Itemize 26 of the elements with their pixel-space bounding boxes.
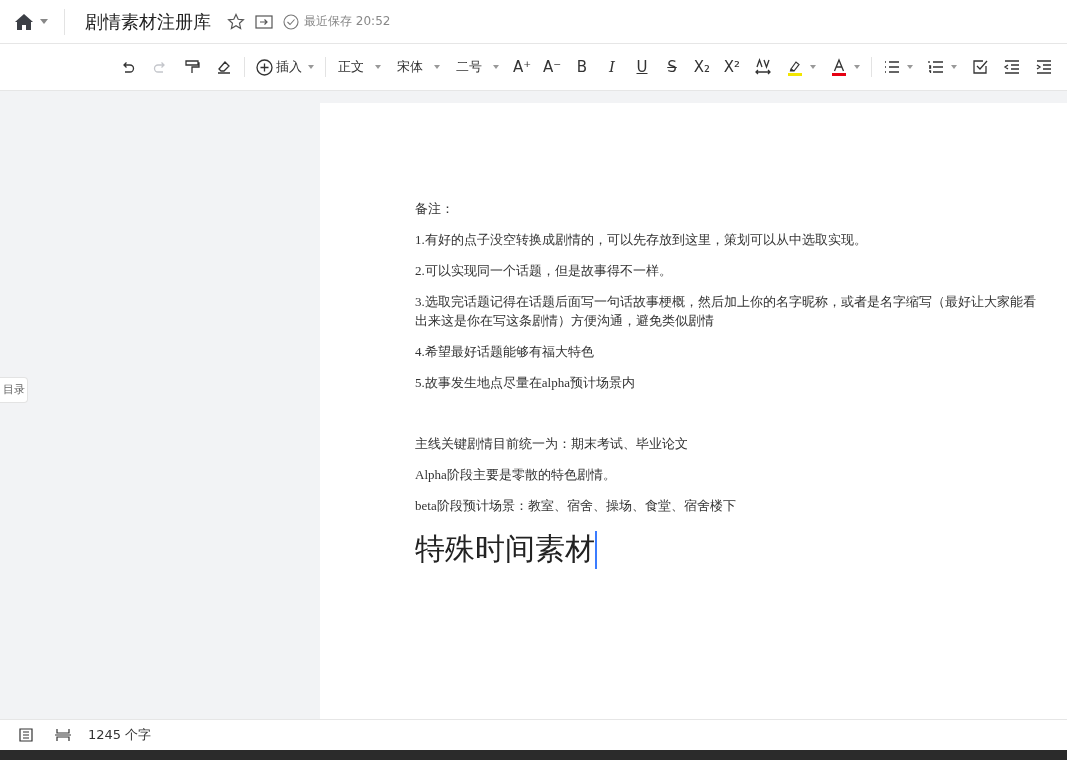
- insert-button[interactable]: 插入: [251, 53, 319, 81]
- format-button[interactable]: B: [569, 53, 595, 81]
- paragraph: Alpha阶段主要是零散的特色剧情。: [415, 466, 617, 484]
- dropdown[interactable]: 正文: [333, 53, 386, 81]
- document-title[interactable]: 剧情素材注册库: [85, 9, 211, 34]
- toc-tab[interactable]: 目录: [0, 376, 28, 404]
- paragraph: beta阶段预计场景：教室、宿舍、操场、食堂、宿舍楼下: [415, 497, 737, 515]
- paragraph: 5.故事发生地点尽量在alpha预计场景内: [415, 374, 636, 392]
- format-button[interactable]: S: [659, 53, 685, 81]
- format-button[interactable]: A⁺: [509, 53, 535, 81]
- word-count: 1245 个字: [88, 726, 152, 744]
- paragraph: 2.可以实现同一个话题，但是故事得不一样。: [415, 262, 673, 280]
- dropdown[interactable]: 宋体: [392, 53, 445, 81]
- heading: 特殊时间素材: [415, 531, 595, 567]
- paragraph: 3.选取完话题记得在话题后面写一句话故事梗概，然后加上你的名字昵称，或者是名字缩写（最好让大家能看出来这是你在写这条剧情）方便沟通，避免类似剧情: [415, 293, 1037, 330]
- format-button[interactable]: I: [599, 53, 625, 81]
- paragraph: 4.希望最好话题能够有福大特色: [415, 343, 595, 361]
- format-button[interactable]: U: [629, 53, 655, 81]
- format-button[interactable]: X₂: [689, 53, 715, 81]
- format-button[interactable]: X²: [719, 53, 745, 81]
- format-button[interactable]: A⁻: [539, 53, 565, 81]
- save-status: 最近保存 20:52: [304, 13, 391, 30]
- paragraph: 备注：: [415, 200, 455, 218]
- dropdown[interactable]: 二号: [451, 53, 504, 81]
- paragraph: 主线关键剧情目前统一为：期末考试、毕业论文: [415, 435, 689, 453]
- paragraph: 1.有好的点子没空转换成剧情的，可以先存放到这里，策划可以从中选取实现。: [415, 231, 868, 249]
